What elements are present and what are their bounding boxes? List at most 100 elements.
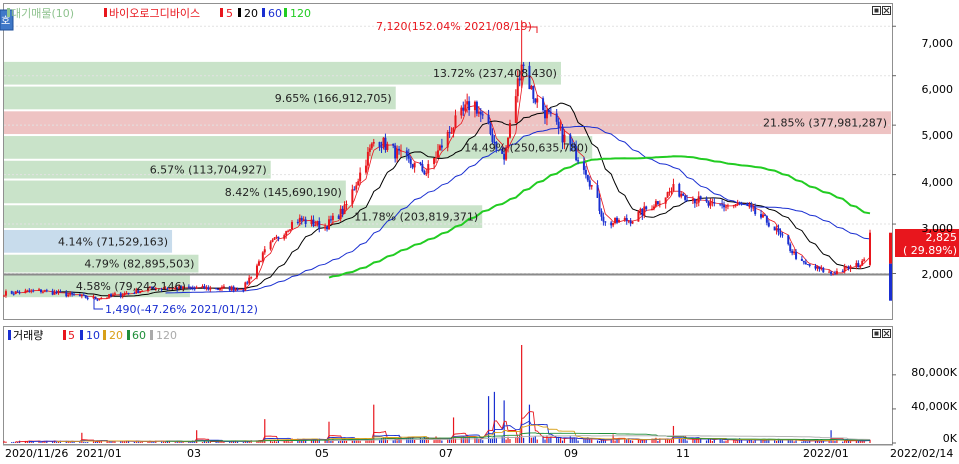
vol-legend-ma20: 20 bbox=[109, 329, 123, 342]
volume-bar bbox=[556, 437, 558, 443]
candle-body bbox=[645, 206, 648, 210]
candle-body bbox=[530, 85, 533, 90]
candle-body bbox=[670, 191, 673, 193]
candle-body bbox=[398, 148, 401, 151]
candle-body bbox=[641, 208, 644, 216]
volume-bar bbox=[441, 440, 443, 443]
candle-body bbox=[273, 237, 276, 240]
candle-body bbox=[534, 98, 537, 103]
volume-bar bbox=[139, 441, 141, 443]
candle-body bbox=[386, 143, 389, 150]
candle-body bbox=[841, 271, 844, 273]
candle-body bbox=[378, 142, 381, 147]
candle-body bbox=[246, 282, 249, 284]
candle-body bbox=[123, 293, 126, 295]
candle-body bbox=[32, 290, 35, 292]
volume-bar bbox=[219, 441, 221, 443]
candle-body bbox=[436, 150, 439, 158]
candle-body bbox=[326, 226, 329, 230]
chart-svg[interactable]: 13.72% (237,408,430) 9.65% (166,912,705) 2… bbox=[0, 0, 959, 461]
candle-body bbox=[600, 210, 603, 217]
stock-chart[interactable]: 13.72% (237,408,430) 9.65% (166,912,705) 2… bbox=[0, 0, 959, 461]
candle-body bbox=[460, 107, 463, 116]
candle-body bbox=[466, 101, 469, 105]
price-label: 5,000 bbox=[922, 129, 954, 142]
candle-body bbox=[302, 219, 305, 221]
volume-bar bbox=[723, 441, 725, 443]
candle-body bbox=[707, 201, 710, 206]
overhang-label: 14.49% (250,635,780) bbox=[464, 141, 588, 154]
volume-bar bbox=[684, 438, 686, 443]
legend-ma120: 120 bbox=[290, 7, 311, 20]
candle-body bbox=[191, 287, 194, 289]
volume-bar bbox=[711, 440, 713, 443]
volume-panel-frame bbox=[3, 326, 893, 445]
current-down-marker bbox=[889, 263, 892, 301]
candle-body bbox=[3, 295, 5, 297]
vol-legend-ma5: 5 bbox=[68, 329, 75, 342]
volume-bar bbox=[174, 442, 176, 443]
candle-body bbox=[586, 174, 589, 181]
volume-bar bbox=[338, 441, 340, 443]
candle-body bbox=[684, 195, 687, 200]
candle-body bbox=[849, 266, 852, 269]
candle-body bbox=[454, 115, 457, 128]
candle-body bbox=[357, 181, 360, 186]
volume-bar bbox=[489, 438, 492, 443]
candle-body bbox=[261, 252, 264, 262]
candle-body bbox=[421, 164, 424, 172]
candle-body bbox=[209, 287, 212, 290]
volume-bar bbox=[271, 441, 274, 443]
candle-body bbox=[78, 294, 81, 297]
candle-body bbox=[754, 207, 757, 215]
candle-body bbox=[228, 286, 231, 291]
candle-body bbox=[828, 271, 831, 273]
volume-bar bbox=[694, 439, 696, 443]
vol-legend-swatch-ma10 bbox=[80, 330, 83, 340]
volume-bar bbox=[546, 435, 548, 443]
candle-body bbox=[835, 271, 838, 275]
candle-body bbox=[779, 232, 782, 235]
volume-bar bbox=[40, 441, 42, 443]
date-label: 05 bbox=[315, 447, 329, 460]
candle-body bbox=[680, 193, 683, 197]
volume-bar bbox=[672, 425, 675, 443]
candle-body bbox=[781, 234, 784, 236]
candle-body bbox=[598, 197, 601, 211]
volume-bar bbox=[589, 439, 591, 443]
volume-bar bbox=[480, 438, 482, 443]
candle-body bbox=[549, 112, 552, 114]
volume-bar bbox=[55, 442, 58, 443]
candle-body bbox=[407, 155, 410, 159]
candle-body bbox=[331, 215, 334, 221]
candle-body bbox=[203, 286, 206, 289]
volume-bar bbox=[655, 437, 657, 443]
volume-bar bbox=[680, 438, 682, 443]
candle-body bbox=[220, 286, 223, 289]
candle-body bbox=[695, 202, 698, 204]
candle-body bbox=[514, 96, 517, 124]
candle-body bbox=[236, 288, 239, 291]
volume-bar bbox=[598, 440, 601, 443]
candle-body bbox=[830, 271, 833, 274]
candle-body bbox=[285, 231, 288, 236]
candle-body bbox=[271, 239, 274, 242]
candle-body bbox=[795, 251, 798, 259]
volume-bar bbox=[85, 442, 87, 443]
volume-bar bbox=[83, 441, 85, 443]
candle-body bbox=[542, 98, 545, 111]
candle-body bbox=[627, 220, 630, 222]
volume-bar bbox=[223, 441, 225, 443]
candle-body bbox=[327, 219, 330, 230]
volume-bar bbox=[275, 441, 278, 443]
candle-body bbox=[666, 192, 669, 198]
candle-body bbox=[316, 221, 319, 226]
volume-bar bbox=[789, 440, 791, 443]
candle-body bbox=[26, 290, 29, 292]
candle-body bbox=[814, 266, 817, 269]
legend-ma20: 20 bbox=[244, 7, 258, 20]
candle-body bbox=[318, 221, 321, 229]
candle-body bbox=[869, 232, 871, 265]
candle-body bbox=[643, 206, 646, 216]
candle-body bbox=[808, 264, 811, 267]
